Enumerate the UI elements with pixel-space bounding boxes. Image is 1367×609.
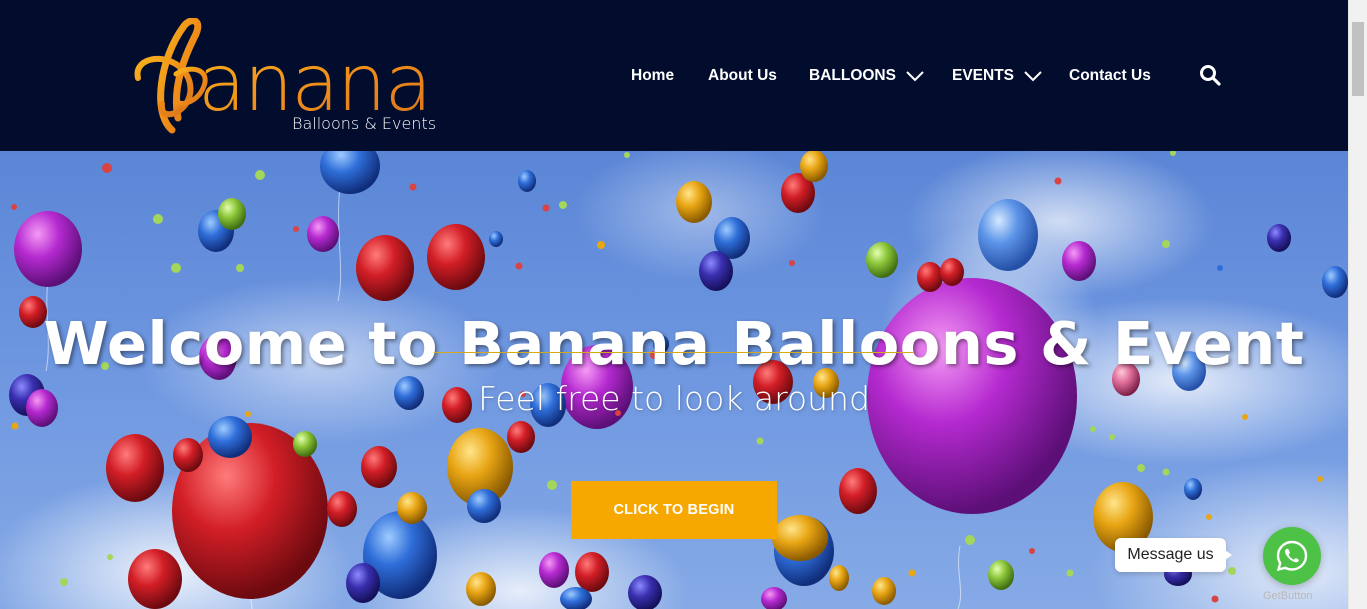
nav-contact-label: Contact Us bbox=[1069, 67, 1151, 84]
page-scrollbar[interactable] bbox=[1348, 0, 1367, 609]
main-nav: Home About Us BALLOONS EVENTS Contact Us bbox=[0, 64, 1348, 88]
message-us-bubble[interactable]: Message us bbox=[1115, 538, 1232, 572]
hero-subtitle: Feel free to look around bbox=[478, 379, 870, 418]
nav-about-label: About Us bbox=[708, 67, 777, 84]
site-header: anana Balloons & Events Home About Us BA… bbox=[0, 0, 1348, 151]
nav-events[interactable]: EVENTS bbox=[952, 64, 1042, 88]
scrollbar-thumb[interactable] bbox=[1352, 22, 1364, 96]
nav-about-us[interactable]: About Us bbox=[708, 64, 777, 88]
click-to-begin-button[interactable]: CLICK TO BEGIN bbox=[571, 481, 777, 539]
search-button[interactable] bbox=[1199, 64, 1221, 86]
nav-events-label: EVENTS bbox=[952, 67, 1015, 84]
whatsapp-button[interactable] bbox=[1263, 527, 1321, 585]
chevron-down-icon bbox=[1024, 71, 1042, 82]
whatsapp-icon bbox=[1276, 540, 1308, 572]
nav-balloons[interactable]: BALLOONS bbox=[809, 64, 924, 88]
nav-home[interactable]: Home bbox=[631, 64, 674, 88]
nav-contact-us[interactable]: Contact Us bbox=[1069, 64, 1151, 88]
nav-home-label: Home bbox=[631, 67, 675, 84]
nav-balloons-label: BALLOONS bbox=[809, 67, 896, 84]
chevron-down-icon bbox=[906, 71, 924, 82]
getbutton-link[interactable]: GetButton bbox=[1263, 590, 1323, 602]
logo-tagline: Balloons & Events bbox=[292, 114, 437, 133]
search-icon bbox=[1200, 65, 1221, 86]
hero-title: Welcome to Banana Balloons & Event bbox=[43, 308, 1305, 378]
hero-divider bbox=[434, 352, 914, 353]
page: anana Balloons & Events Home About Us BA… bbox=[0, 0, 1367, 609]
